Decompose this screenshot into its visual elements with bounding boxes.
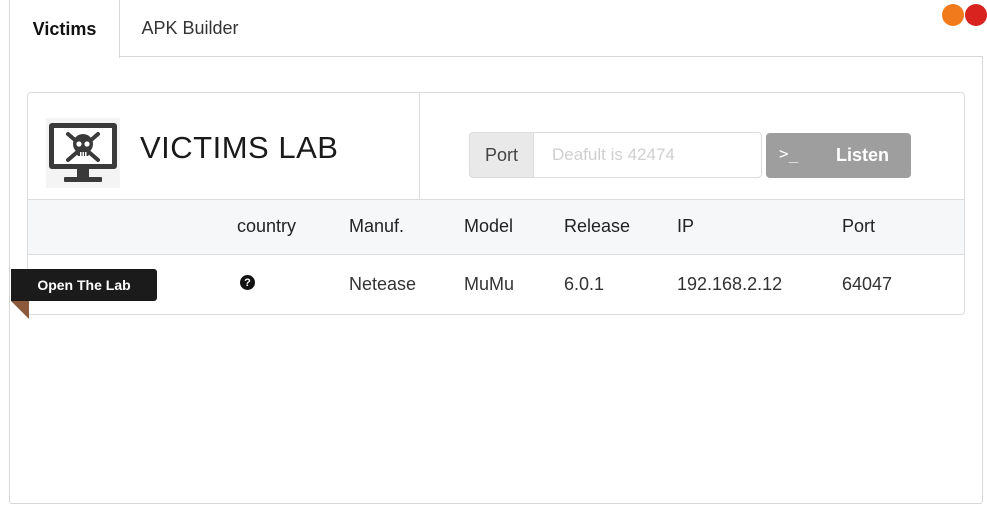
cell-release: 6.0.1 bbox=[564, 274, 605, 294]
table-header: country Manuf. Model Release IP Port bbox=[28, 199, 964, 255]
column-header-manufacturer[interactable]: Manuf. bbox=[349, 216, 404, 237]
column-header-release[interactable]: Release bbox=[564, 216, 630, 237]
column-header-model[interactable]: Model bbox=[464, 216, 513, 237]
terminal-icon: >_ bbox=[779, 144, 799, 163]
tab-apk-builder[interactable]: APK Builder bbox=[120, 0, 260, 57]
ribbon-fold bbox=[11, 301, 29, 319]
tab-victims[interactable]: Victims bbox=[9, 0, 120, 58]
page-title: VICTIMS LAB bbox=[140, 130, 339, 165]
open-the-lab-button[interactable]: Open The Lab bbox=[11, 269, 157, 301]
port-input[interactable] bbox=[533, 132, 762, 178]
computer-skull-icon bbox=[46, 118, 120, 188]
column-header-country[interactable]: country bbox=[237, 216, 296, 237]
port-input-group: Port bbox=[469, 132, 762, 178]
listen-button[interactable]: >_ Listen bbox=[766, 133, 911, 178]
victims-lab-panel: VICTIMS LAB Port >_ Listen country Manuf… bbox=[27, 92, 965, 315]
cell-port: 64047 bbox=[842, 274, 893, 294]
port-label: Port bbox=[469, 132, 533, 178]
panel-header: VICTIMS LAB Port >_ Listen bbox=[28, 93, 964, 199]
question-circle-icon: ? bbox=[240, 275, 255, 290]
column-header-port[interactable]: Port bbox=[842, 216, 875, 237]
cell-manufacturer: Netease bbox=[349, 274, 417, 294]
cell-ip: 192.168.2.12 bbox=[677, 274, 783, 294]
table-row[interactable]: ? Netease MuMu 6.0.1 192.168.2.12 64047 bbox=[28, 255, 964, 315]
header-divider bbox=[419, 93, 420, 199]
listen-button-label: Listen bbox=[836, 145, 890, 165]
cell-model: MuMu bbox=[464, 274, 515, 294]
minimize-button[interactable] bbox=[942, 4, 964, 26]
column-header-ip[interactable]: IP bbox=[677, 216, 694, 237]
close-button[interactable] bbox=[965, 4, 987, 26]
